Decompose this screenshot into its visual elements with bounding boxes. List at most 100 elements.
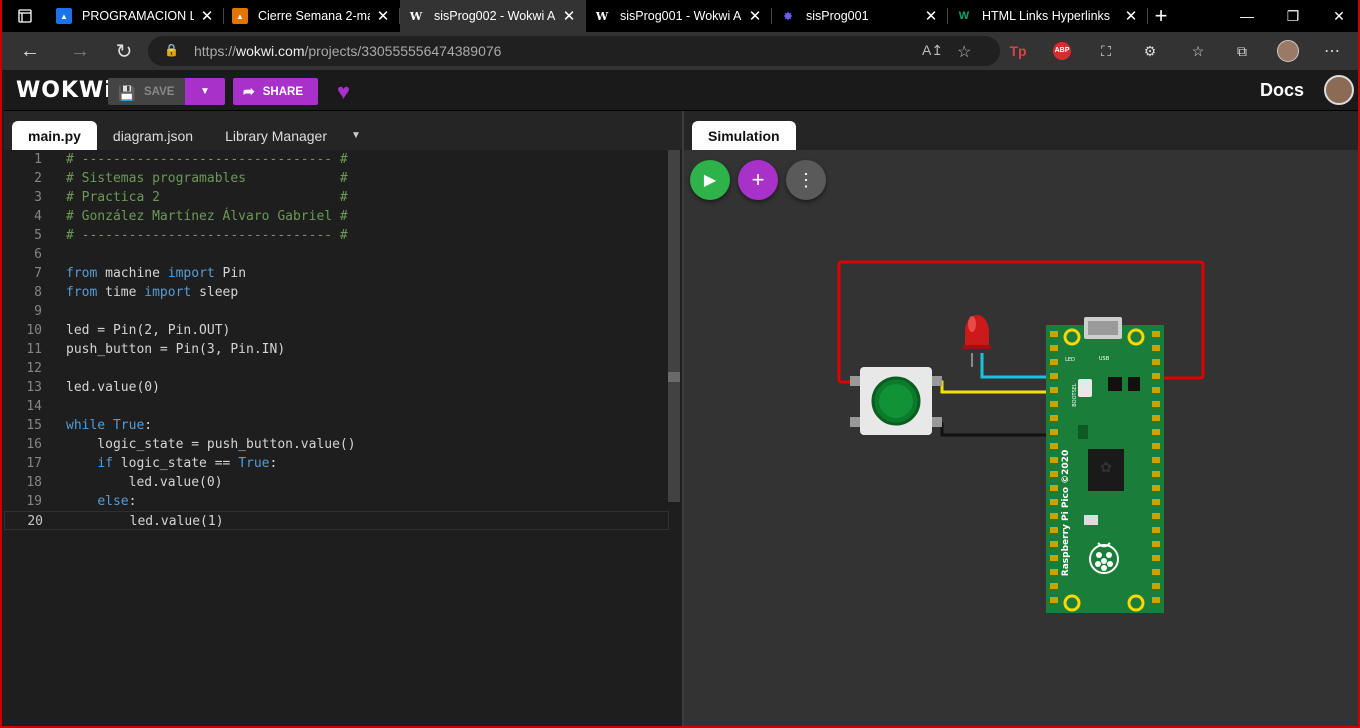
close-window-icon[interactable]: ✕: [1316, 0, 1358, 32]
pico-pin[interactable]: [1152, 429, 1160, 435]
pico-pin[interactable]: [1050, 345, 1058, 351]
browser-tab[interactable]: ▲ Cierre Semana 2-mayo ✕: [224, 0, 400, 32]
close-tab-icon[interactable]: ✕: [374, 7, 392, 25]
code-line[interactable]: 12: [4, 359, 669, 378]
pico-pin[interactable]: [1152, 485, 1160, 491]
adblock-icon[interactable]: ABP: [1050, 40, 1074, 62]
wire-yellow[interactable]: [938, 380, 1048, 394]
code-line[interactable]: 14: [4, 397, 669, 416]
close-tab-icon[interactable]: ✕: [922, 7, 940, 25]
code-line[interactable]: 8 from time import sleep: [4, 283, 669, 302]
pico-pin[interactable]: [1050, 443, 1058, 449]
save-dropdown-button[interactable]: ▼: [185, 78, 225, 105]
tab-main-py[interactable]: main.py: [12, 121, 97, 150]
pico-pin[interactable]: [1050, 387, 1058, 393]
add-part-button[interactable]: +: [738, 160, 778, 200]
pico-pin[interactable]: [1050, 471, 1058, 477]
pico-pin[interactable]: [1152, 373, 1160, 379]
pico-pin[interactable]: [1050, 373, 1058, 379]
pushbutton[interactable]: [850, 367, 942, 435]
pico-pin[interactable]: [1152, 457, 1160, 463]
code-line[interactable]: 16 logic_state = push_button.value(): [4, 435, 669, 454]
code-line[interactable]: 5 # -------------------------------- #: [4, 226, 669, 245]
code-line[interactable]: 7 from machine import Pin: [4, 264, 669, 283]
minimize-icon[interactable]: —: [1224, 0, 1270, 32]
wokwi-logo[interactable]: WOKWi: [16, 78, 113, 103]
pico-pin[interactable]: [1152, 583, 1160, 589]
code-line[interactable]: 15 while True:: [4, 416, 669, 435]
editor-scrollbar[interactable]: [668, 150, 680, 502]
code-line[interactable]: 13 led.value(0): [4, 378, 669, 397]
pico-pin[interactable]: [1050, 401, 1058, 407]
favorites-icon[interactable]: ☆: [1186, 40, 1210, 62]
pico-pin[interactable]: [1050, 597, 1058, 603]
pico-pin[interactable]: [1050, 485, 1058, 491]
browser-tab[interactable]: WsisProg002 - Wokwi Ar ✕: [400, 0, 586, 32]
close-tab-icon[interactable]: ✕: [746, 7, 764, 25]
pico-pin[interactable]: [1152, 555, 1160, 561]
pico-pin[interactable]: [1152, 345, 1160, 351]
browser-tab[interactable]: ✸ sisProg001 ✕: [772, 0, 948, 32]
avatar[interactable]: [1324, 75, 1354, 105]
pico-pin[interactable]: [1050, 415, 1058, 421]
forward-icon[interactable]: →: [58, 32, 102, 70]
collections-icon[interactable]: ⧉: [1230, 40, 1254, 62]
pico-pin[interactable]: [1050, 513, 1058, 519]
close-tab-icon[interactable]: ✕: [1122, 7, 1140, 25]
pico-pin[interactable]: [1152, 471, 1160, 477]
profile-icon[interactable]: [1276, 40, 1300, 62]
url-field[interactable]: 🔒 https://wokwi.com/projects/33055555647…: [148, 36, 1000, 66]
code-line[interactable]: 20 led.value(1): [4, 511, 669, 530]
code-line[interactable]: 11 push_button = Pin(3, Pin.IN): [4, 340, 669, 359]
restore-icon[interactable]: ❐: [1270, 0, 1316, 32]
pico-pin[interactable]: [1152, 331, 1160, 337]
pico-pin[interactable]: [1050, 457, 1058, 463]
pico-pin[interactable]: [1050, 527, 1058, 533]
tab-library-manager[interactable]: Library Manager: [209, 121, 343, 150]
lock-icon[interactable]: 🔒: [164, 43, 179, 59]
more-menu-icon[interactable]: ⋯: [1320, 40, 1344, 62]
back-icon[interactable]: ←: [2, 32, 58, 70]
pico-pin[interactable]: [1152, 597, 1160, 603]
read-aloud-icon[interactable]: A↥: [922, 42, 943, 59]
more-options-button[interactable]: ⋮: [786, 160, 826, 200]
browser-tab[interactable]: WsisProg001 - Wokwi Ar ✕: [586, 0, 772, 32]
wire-cyan[interactable]: [980, 353, 1048, 379]
pico-pin[interactable]: [1152, 513, 1160, 519]
code-line[interactable]: 9: [4, 302, 669, 321]
tab-diagram-json[interactable]: diagram.json: [97, 121, 209, 150]
tab-actions-icon[interactable]: [2, 0, 48, 32]
pico-pin[interactable]: [1050, 555, 1058, 561]
code-line[interactable]: 6: [4, 245, 669, 264]
heart-icon[interactable]: ♥: [337, 79, 350, 105]
pico-pin[interactable]: [1050, 569, 1058, 575]
save-button[interactable]: 💾 SAVE: [108, 78, 185, 105]
new-tab-button[interactable]: +: [1148, 3, 1174, 29]
tabs-menu-icon[interactable]: ▼: [343, 121, 369, 150]
wire-black[interactable]: [938, 422, 1048, 437]
browser-tab[interactable]: W HTML Links Hyperlinks ✕: [948, 0, 1148, 32]
pico-pin[interactable]: [1152, 387, 1160, 393]
screenshot-icon[interactable]: ⛶: [1094, 40, 1118, 62]
red-led[interactable]: [963, 315, 991, 349]
pico-pin[interactable]: [1152, 541, 1160, 547]
code-line[interactable]: 1 # -------------------------------- #: [4, 150, 669, 169]
pico-pin[interactable]: [1050, 583, 1058, 589]
close-tab-icon[interactable]: ✕: [198, 7, 216, 25]
pico-pin[interactable]: [1050, 541, 1058, 547]
code-line[interactable]: 4 # González Martínez Álvaro Gabriel #: [4, 207, 669, 226]
extensions-icon[interactable]: ⚙: [1138, 40, 1162, 62]
code-line[interactable]: 3 # Practica 2 #: [4, 188, 669, 207]
pico-pin[interactable]: [1152, 569, 1160, 575]
pico-pin[interactable]: [1050, 499, 1058, 505]
simulation-canvas[interactable]: ✿ Raspberry Pi Pico ©2020 BOOTSEL USB LE…: [684, 111, 1360, 728]
pico-pin[interactable]: [1050, 331, 1058, 337]
refresh-icon[interactable]: ↻: [102, 32, 146, 70]
docs-link[interactable]: Docs: [1260, 80, 1304, 101]
extension-tp-icon[interactable]: Tp: [1006, 40, 1030, 62]
code-area[interactable]: 1 # -------------------------------- # 2 # …: [4, 150, 669, 726]
pico-pin[interactable]: [1152, 415, 1160, 421]
browser-tab[interactable]: ▲ PROGRAMACION LOG ✕: [48, 0, 224, 32]
favorite-add-icon[interactable]: ☆: [957, 42, 971, 62]
pico-pin[interactable]: [1152, 527, 1160, 533]
